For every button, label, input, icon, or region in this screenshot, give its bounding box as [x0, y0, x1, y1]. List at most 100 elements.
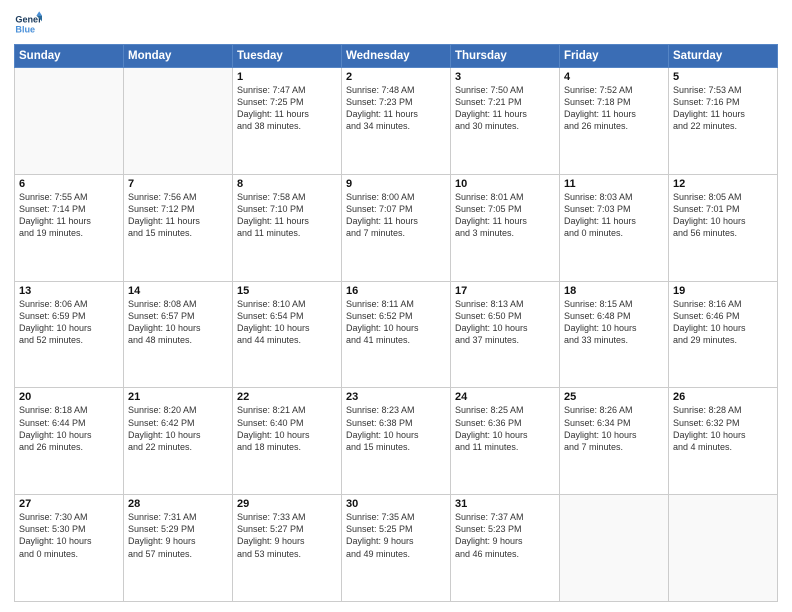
week-row-3: 13Sunrise: 8:06 AM Sunset: 6:59 PM Dayli…	[15, 281, 778, 388]
day-number: 7	[128, 178, 228, 190]
calendar-cell: 11Sunrise: 8:03 AM Sunset: 7:03 PM Dayli…	[560, 174, 669, 281]
day-info: Sunrise: 8:03 AM Sunset: 7:03 PM Dayligh…	[564, 191, 664, 240]
day-info: Sunrise: 7:56 AM Sunset: 7:12 PM Dayligh…	[128, 191, 228, 240]
calendar-cell: 28Sunrise: 7:31 AM Sunset: 5:29 PM Dayli…	[124, 495, 233, 602]
calendar-cell: 10Sunrise: 8:01 AM Sunset: 7:05 PM Dayli…	[451, 174, 560, 281]
calendar-cell: 6Sunrise: 7:55 AM Sunset: 7:14 PM Daylig…	[15, 174, 124, 281]
day-info: Sunrise: 8:18 AM Sunset: 6:44 PM Dayligh…	[19, 404, 119, 453]
day-info: Sunrise: 8:21 AM Sunset: 6:40 PM Dayligh…	[237, 404, 337, 453]
day-number: 21	[128, 391, 228, 403]
calendar-cell: 12Sunrise: 8:05 AM Sunset: 7:01 PM Dayli…	[669, 174, 778, 281]
calendar-cell: 20Sunrise: 8:18 AM Sunset: 6:44 PM Dayli…	[15, 388, 124, 495]
day-info: Sunrise: 8:00 AM Sunset: 7:07 PM Dayligh…	[346, 191, 446, 240]
calendar-cell	[669, 495, 778, 602]
calendar-cell: 25Sunrise: 8:26 AM Sunset: 6:34 PM Dayli…	[560, 388, 669, 495]
day-number: 20	[19, 391, 119, 403]
day-header-saturday: Saturday	[669, 45, 778, 68]
day-number: 17	[455, 285, 555, 297]
calendar-cell: 3Sunrise: 7:50 AM Sunset: 7:21 PM Daylig…	[451, 68, 560, 175]
day-number: 31	[455, 498, 555, 510]
calendar-cell: 4Sunrise: 7:52 AM Sunset: 7:18 PM Daylig…	[560, 68, 669, 175]
day-number: 19	[673, 285, 773, 297]
calendar-cell: 24Sunrise: 8:25 AM Sunset: 6:36 PM Dayli…	[451, 388, 560, 495]
calendar-cell: 29Sunrise: 7:33 AM Sunset: 5:27 PM Dayli…	[233, 495, 342, 602]
day-info: Sunrise: 7:37 AM Sunset: 5:23 PM Dayligh…	[455, 511, 555, 560]
day-info: Sunrise: 8:06 AM Sunset: 6:59 PM Dayligh…	[19, 298, 119, 347]
calendar-cell: 2Sunrise: 7:48 AM Sunset: 7:23 PM Daylig…	[342, 68, 451, 175]
calendar-cell: 18Sunrise: 8:15 AM Sunset: 6:48 PM Dayli…	[560, 281, 669, 388]
day-number: 22	[237, 391, 337, 403]
calendar-header-row: SundayMondayTuesdayWednesdayThursdayFrid…	[15, 45, 778, 68]
day-info: Sunrise: 7:55 AM Sunset: 7:14 PM Dayligh…	[19, 191, 119, 240]
calendar-cell: 7Sunrise: 7:56 AM Sunset: 7:12 PM Daylig…	[124, 174, 233, 281]
day-number: 1	[237, 71, 337, 83]
day-info: Sunrise: 7:35 AM Sunset: 5:25 PM Dayligh…	[346, 511, 446, 560]
day-info: Sunrise: 8:11 AM Sunset: 6:52 PM Dayligh…	[346, 298, 446, 347]
calendar-cell: 19Sunrise: 8:16 AM Sunset: 6:46 PM Dayli…	[669, 281, 778, 388]
calendar-cell: 15Sunrise: 8:10 AM Sunset: 6:54 PM Dayli…	[233, 281, 342, 388]
calendar-cell: 26Sunrise: 8:28 AM Sunset: 6:32 PM Dayli…	[669, 388, 778, 495]
day-number: 27	[19, 498, 119, 510]
day-header-monday: Monday	[124, 45, 233, 68]
day-info: Sunrise: 7:53 AM Sunset: 7:16 PM Dayligh…	[673, 84, 773, 133]
week-row-5: 27Sunrise: 7:30 AM Sunset: 5:30 PM Dayli…	[15, 495, 778, 602]
calendar-cell: 13Sunrise: 8:06 AM Sunset: 6:59 PM Dayli…	[15, 281, 124, 388]
logo: General Blue	[14, 10, 44, 38]
day-info: Sunrise: 8:10 AM Sunset: 6:54 PM Dayligh…	[237, 298, 337, 347]
day-info: Sunrise: 8:20 AM Sunset: 6:42 PM Dayligh…	[128, 404, 228, 453]
calendar: SundayMondayTuesdayWednesdayThursdayFrid…	[14, 44, 778, 602]
day-number: 16	[346, 285, 446, 297]
day-number: 9	[346, 178, 446, 190]
header: General Blue	[14, 10, 778, 38]
day-info: Sunrise: 8:05 AM Sunset: 7:01 PM Dayligh…	[673, 191, 773, 240]
day-number: 10	[455, 178, 555, 190]
week-row-2: 6Sunrise: 7:55 AM Sunset: 7:14 PM Daylig…	[15, 174, 778, 281]
day-header-tuesday: Tuesday	[233, 45, 342, 68]
day-header-friday: Friday	[560, 45, 669, 68]
day-info: Sunrise: 7:48 AM Sunset: 7:23 PM Dayligh…	[346, 84, 446, 133]
calendar-cell: 30Sunrise: 7:35 AM Sunset: 5:25 PM Dayli…	[342, 495, 451, 602]
day-info: Sunrise: 8:25 AM Sunset: 6:36 PM Dayligh…	[455, 404, 555, 453]
day-number: 11	[564, 178, 664, 190]
day-info: Sunrise: 8:01 AM Sunset: 7:05 PM Dayligh…	[455, 191, 555, 240]
day-number: 2	[346, 71, 446, 83]
day-info: Sunrise: 8:28 AM Sunset: 6:32 PM Dayligh…	[673, 404, 773, 453]
day-header-thursday: Thursday	[451, 45, 560, 68]
day-info: Sunrise: 8:08 AM Sunset: 6:57 PM Dayligh…	[128, 298, 228, 347]
day-info: Sunrise: 8:13 AM Sunset: 6:50 PM Dayligh…	[455, 298, 555, 347]
calendar-cell: 8Sunrise: 7:58 AM Sunset: 7:10 PM Daylig…	[233, 174, 342, 281]
day-number: 5	[673, 71, 773, 83]
day-header-sunday: Sunday	[15, 45, 124, 68]
day-info: Sunrise: 7:31 AM Sunset: 5:29 PM Dayligh…	[128, 511, 228, 560]
calendar-cell: 14Sunrise: 8:08 AM Sunset: 6:57 PM Dayli…	[124, 281, 233, 388]
day-number: 12	[673, 178, 773, 190]
calendar-cell: 16Sunrise: 8:11 AM Sunset: 6:52 PM Dayli…	[342, 281, 451, 388]
week-row-1: 1Sunrise: 7:47 AM Sunset: 7:25 PM Daylig…	[15, 68, 778, 175]
page: General Blue SundayMondayTuesdayWednesda…	[0, 0, 792, 612]
day-number: 29	[237, 498, 337, 510]
day-info: Sunrise: 8:15 AM Sunset: 6:48 PM Dayligh…	[564, 298, 664, 347]
day-number: 26	[673, 391, 773, 403]
calendar-cell: 23Sunrise: 8:23 AM Sunset: 6:38 PM Dayli…	[342, 388, 451, 495]
day-number: 25	[564, 391, 664, 403]
day-info: Sunrise: 8:16 AM Sunset: 6:46 PM Dayligh…	[673, 298, 773, 347]
calendar-cell: 17Sunrise: 8:13 AM Sunset: 6:50 PM Dayli…	[451, 281, 560, 388]
calendar-cell: 31Sunrise: 7:37 AM Sunset: 5:23 PM Dayli…	[451, 495, 560, 602]
calendar-cell	[15, 68, 124, 175]
calendar-cell: 9Sunrise: 8:00 AM Sunset: 7:07 PM Daylig…	[342, 174, 451, 281]
day-number: 23	[346, 391, 446, 403]
day-info: Sunrise: 8:23 AM Sunset: 6:38 PM Dayligh…	[346, 404, 446, 453]
calendar-cell: 27Sunrise: 7:30 AM Sunset: 5:30 PM Dayli…	[15, 495, 124, 602]
day-info: Sunrise: 7:52 AM Sunset: 7:18 PM Dayligh…	[564, 84, 664, 133]
day-number: 3	[455, 71, 555, 83]
day-info: Sunrise: 7:47 AM Sunset: 7:25 PM Dayligh…	[237, 84, 337, 133]
calendar-cell	[560, 495, 669, 602]
day-number: 4	[564, 71, 664, 83]
calendar-cell: 5Sunrise: 7:53 AM Sunset: 7:16 PM Daylig…	[669, 68, 778, 175]
day-number: 8	[237, 178, 337, 190]
day-number: 30	[346, 498, 446, 510]
week-row-4: 20Sunrise: 8:18 AM Sunset: 6:44 PM Dayli…	[15, 388, 778, 495]
day-number: 18	[564, 285, 664, 297]
logo-icon: General Blue	[14, 10, 42, 38]
day-number: 13	[19, 285, 119, 297]
